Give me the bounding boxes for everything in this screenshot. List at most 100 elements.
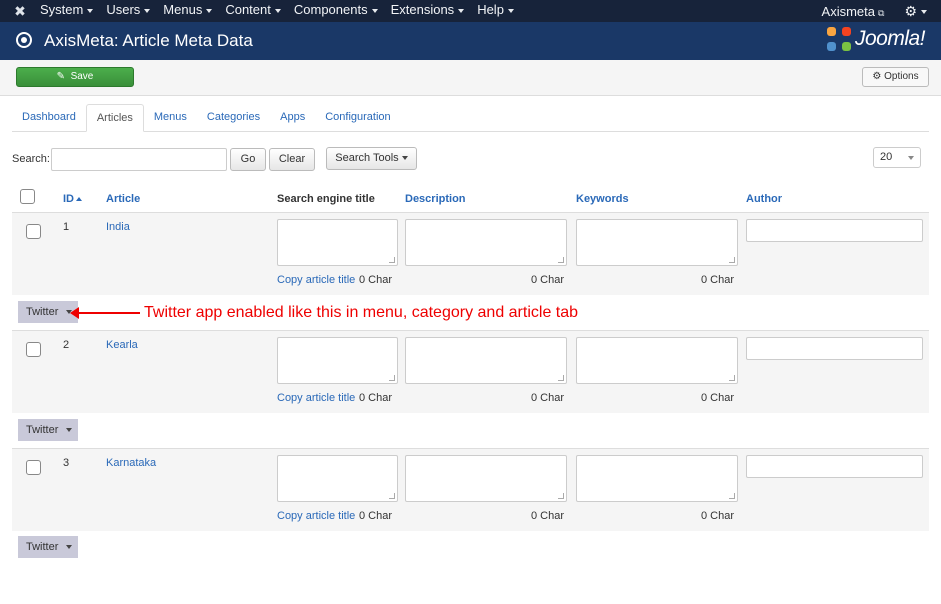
article-link[interactable]: Kearla <box>106 339 138 351</box>
menu-menus-label: Menus <box>163 2 203 17</box>
select-all-checkbox[interactable] <box>20 189 35 204</box>
column-keywords[interactable]: Keywords <box>576 193 629 205</box>
column-description[interactable]: Description <box>405 193 466 205</box>
author-field[interactable] <box>746 337 923 360</box>
user-menu[interactable]: ⚙ <box>904 3 927 20</box>
list-limit-select[interactable]: 20 <box>873 147 921 168</box>
site-link[interactable]: Axismeta ⧉ <box>822 4 885 19</box>
description-field[interactable] <box>405 455 567 502</box>
twitter-label: Twitter <box>26 541 59 553</box>
search-tools-button[interactable]: Search Tools <box>326 147 417 170</box>
table-row: 2 Kearla Copy article title 0 Char 0 Cha… <box>12 331 929 413</box>
list-limit-value: 20 <box>880 151 893 163</box>
gear-icon: ⚙ <box>872 71 882 82</box>
options-button[interactable]: ⚙ Options <box>862 67 929 87</box>
joomla-logo: Joomla! <box>826 27 926 51</box>
menu-extensions-label: Extensions <box>390 2 455 17</box>
keywords-char-count: 0 Char <box>701 392 735 404</box>
description-char-count: 0 Char <box>531 392 565 404</box>
sort-asc-icon <box>76 197 82 202</box>
chevron-down-icon <box>908 156 914 160</box>
menu-help-label: Help <box>477 2 504 17</box>
description-field[interactable] <box>405 337 567 384</box>
search-input[interactable] <box>51 148 227 171</box>
menu-extensions[interactable]: Extensions <box>391 0 465 22</box>
caret-down-icon <box>274 8 281 13</box>
author-field[interactable] <box>746 219 923 242</box>
menu-system[interactable]: System <box>40 0 94 22</box>
menu-components-label: Components <box>293 2 368 17</box>
external-link-icon: ⧉ <box>878 7 885 18</box>
row-checkbox[interactable] <box>26 224 41 239</box>
site-name: Axismeta <box>821 3 875 19</box>
tab-bar: Dashboard Articles Menus Categories Apps… <box>12 104 929 132</box>
menu-content-label: Content <box>225 2 271 17</box>
save-button[interactable]: ✎ Save <box>16 67 134 87</box>
top-navbar: ✖ System Users Menus Content Components … <box>0 0 941 22</box>
menu-users[interactable]: Users <box>106 0 151 22</box>
tab-apps[interactable]: Apps <box>270 104 315 132</box>
copy-article-title-link[interactable]: Copy article title <box>277 510 355 522</box>
author-field[interactable] <box>746 455 923 478</box>
page-title: AxisMeta: Article Meta Data <box>44 31 253 50</box>
search-engine-title-field[interactable] <box>277 219 398 266</box>
caret-down-icon <box>87 8 94 13</box>
joomla-icon[interactable]: ✖ <box>12 3 28 19</box>
description-field[interactable] <box>405 219 567 266</box>
column-id-label: ID <box>63 193 74 205</box>
search-label: Search: <box>12 153 50 165</box>
twitter-label: Twitter <box>26 424 59 436</box>
keywords-field[interactable] <box>576 337 738 384</box>
component-icon <box>16 32 32 48</box>
row-checkbox[interactable] <box>26 342 41 357</box>
article-link[interactable]: Karnataka <box>106 457 156 469</box>
menu-users-label: Users <box>106 2 141 17</box>
copy-article-title-link[interactable]: Copy article title <box>277 274 355 286</box>
keywords-field[interactable] <box>576 219 738 266</box>
menu-menus[interactable]: Menus <box>163 0 213 22</box>
options-label: Options <box>884 71 919 82</box>
annotation-text: Twitter app enabled like this in menu, c… <box>144 304 579 321</box>
caret-down-icon <box>144 8 151 13</box>
twitter-dropdown-button[interactable]: Twitter <box>18 536 78 558</box>
tab-categories[interactable]: Categories <box>197 104 270 132</box>
tab-menus[interactable]: Menus <box>144 104 197 132</box>
caret-down-icon <box>66 428 73 433</box>
caret-down-icon <box>458 8 465 13</box>
menu-components[interactable]: Components <box>294 0 378 22</box>
twitter-dropdown-button[interactable]: Twitter <box>18 301 78 323</box>
row-id: 1 <box>63 221 70 233</box>
description-char-count: 0 Char <box>531 274 565 286</box>
column-author[interactable]: Author <box>746 193 782 205</box>
twitter-dropdown-button[interactable]: Twitter <box>18 419 78 441</box>
caret-down-icon <box>66 545 73 550</box>
edit-icon: ✎ <box>56 71 66 82</box>
go-button[interactable]: Go <box>230 148 266 171</box>
column-article[interactable]: Article <box>106 193 140 205</box>
tab-articles[interactable]: Articles <box>85 104 144 132</box>
row-checkbox[interactable] <box>26 460 41 475</box>
keywords-char-count: 0 Char <box>701 510 735 522</box>
table-row: 1 India Copy article title 0 Char 0 Char… <box>12 213 929 295</box>
search-engine-title-field[interactable] <box>277 455 398 502</box>
article-link[interactable]: India <box>106 221 130 233</box>
menu-content[interactable]: Content <box>225 0 281 22</box>
copy-article-title-link[interactable]: Copy article title <box>277 392 355 404</box>
search-tools-label: Search Tools <box>335 152 399 164</box>
clear-button[interactable]: Clear <box>269 148 315 171</box>
caret-down-icon <box>371 8 378 13</box>
column-search-engine-title: Search engine title <box>277 193 375 205</box>
menu-help[interactable]: Help <box>477 0 514 22</box>
joomla-logo-text: Joomla! <box>854 27 926 50</box>
tab-configuration[interactable]: Configuration <box>315 104 400 132</box>
caret-down-icon <box>921 9 927 14</box>
caret-down-icon <box>507 8 514 13</box>
save-label: Save <box>70 71 94 82</box>
title-char-count: 0 Char <box>359 510 393 522</box>
tab-dashboard[interactable]: Dashboard <box>12 104 86 132</box>
keywords-field[interactable] <box>576 455 738 502</box>
column-id[interactable]: ID <box>63 193 82 205</box>
search-engine-title-field[interactable] <box>277 337 398 384</box>
keywords-char-count: 0 Char <box>701 274 735 286</box>
twitter-label: Twitter <box>26 306 59 318</box>
